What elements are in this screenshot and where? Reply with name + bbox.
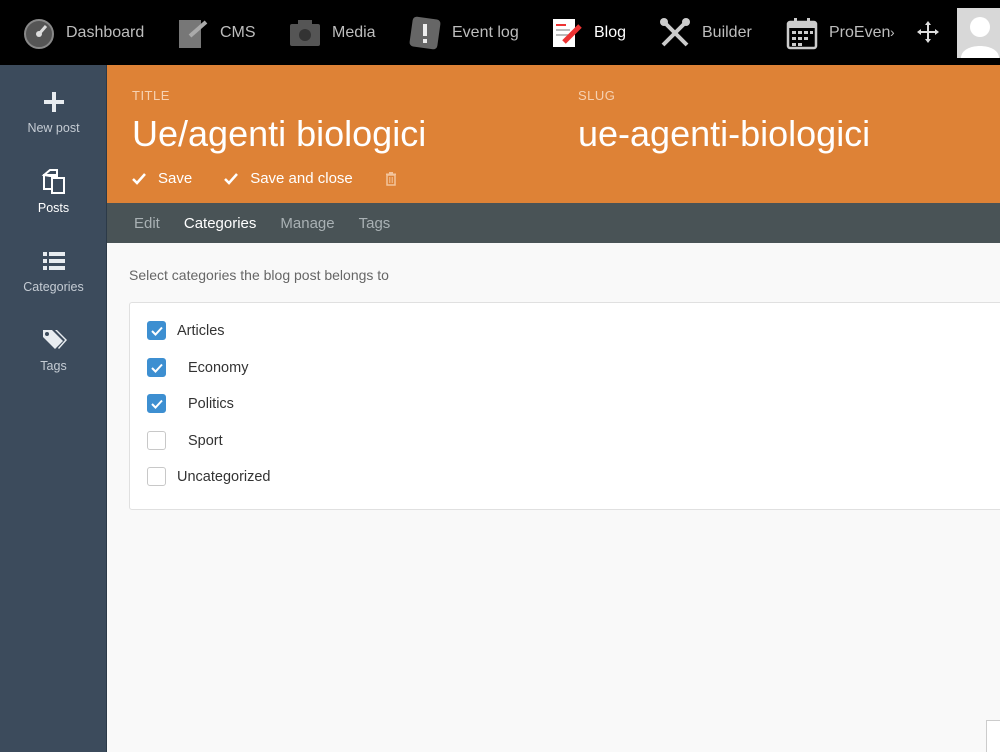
sidebar-item-label: New post [27, 121, 80, 135]
sidebar-item-tags[interactable]: Tags [0, 327, 107, 373]
slug-input[interactable]: ue-agenti-biologici [578, 113, 870, 155]
category-label: Politics [188, 395, 234, 412]
nav-item-event-log[interactable]: Event log [408, 0, 519, 65]
tab-bar: Edit Categories Manage Tags [107, 203, 1000, 243]
tab-tags[interactable]: Tags [359, 215, 391, 232]
save-button-label: Save [158, 170, 193, 187]
move-crosshair-icon[interactable] [916, 20, 940, 44]
nav-item-dashboard[interactable]: Dashboard [22, 0, 144, 65]
nav-item-blog[interactable]: Blog [550, 0, 626, 65]
nav-item-label: Blog [594, 23, 627, 41]
title-input[interactable]: Ue/agenti biologici [132, 113, 426, 155]
top-navigation-bar: Dashboard CMS Media Event log Blog Build… [0, 0, 1000, 65]
event-log-exclamation-icon [408, 16, 442, 50]
trash-icon [385, 171, 396, 186]
calendar-icon [785, 16, 819, 50]
check-icon [150, 399, 163, 409]
category-label: Economy [188, 359, 249, 376]
nav-item-media[interactable]: Media [288, 0, 376, 65]
nav-item-label: ProEven [829, 23, 891, 41]
nav-item-label: CMS [220, 23, 256, 41]
nav-item-label: Media [332, 23, 376, 41]
category-checkbox[interactable] [147, 321, 166, 340]
sidebar: New post Posts Categories Tags [0, 65, 107, 752]
blog-pencil-icon [550, 16, 584, 50]
tags-icon [41, 327, 67, 353]
category-item-politics[interactable]: Politics [147, 394, 234, 413]
nav-overflow-chevron-icon[interactable]: › [890, 24, 895, 40]
categories-hint: Select categories the blog post belongs … [129, 267, 389, 283]
nav-item-label: Event log [452, 23, 519, 41]
nav-item-builder[interactable]: Builder [658, 0, 752, 65]
categories-tab-content: Select categories the blog post belongs … [107, 243, 1000, 752]
plus-icon [41, 89, 67, 115]
slug-label: SLUG [578, 88, 616, 103]
nav-item-cms[interactable]: CMS [176, 0, 256, 65]
save-and-close-label: Save and close [250, 170, 353, 187]
category-checkbox[interactable] [147, 467, 166, 486]
category-checkbox[interactable] [147, 394, 166, 413]
sidebar-item-label: Posts [37, 201, 70, 215]
check-icon [224, 172, 239, 185]
save-button[interactable]: Save [132, 170, 192, 187]
copy-icon [41, 169, 67, 195]
category-item-uncategorized[interactable]: Uncategorized [147, 467, 271, 486]
media-camera-icon [288, 16, 322, 50]
sidebar-item-label: Tags [40, 359, 67, 373]
nav-item-label: Builder [702, 23, 752, 41]
nav-item-label: Dashboard [66, 23, 145, 41]
check-icon [132, 172, 146, 185]
save-and-close-button[interactable]: Save and close [224, 170, 353, 187]
tab-edit[interactable]: Edit [134, 215, 160, 232]
nav-item-proevents[interactable]: ProEven [785, 0, 890, 65]
category-checkbox[interactable] [147, 358, 166, 377]
list-icon [41, 248, 67, 274]
sidebar-item-new-post[interactable]: New post [0, 89, 107, 135]
title-label: TITLE [132, 88, 170, 103]
check-icon [150, 326, 163, 336]
cms-page-icon [176, 16, 210, 50]
tab-categories[interactable]: Categories [184, 215, 257, 232]
delete-button[interactable] [385, 171, 409, 186]
category-checkbox[interactable] [147, 431, 166, 450]
user-avatar[interactable] [957, 8, 1000, 58]
category-label: Articles [177, 322, 225, 339]
tab-manage[interactable]: Manage [280, 215, 334, 232]
category-item-economy[interactable]: Economy [147, 358, 248, 377]
category-label: Uncategorized [177, 468, 271, 485]
category-item-articles[interactable]: Articles [147, 321, 225, 340]
sidebar-item-categories[interactable]: Categories [0, 248, 107, 294]
header-actions: Save Save and close [132, 170, 441, 187]
sidebar-item-posts[interactable]: Posts [0, 169, 107, 215]
post-header: TITLE Ue/agenti biologici SLUG ue-agenti… [107, 65, 1000, 203]
dashboard-gauge-icon [22, 16, 56, 50]
builder-tools-icon [658, 16, 692, 50]
category-item-sport[interactable]: Sport [147, 431, 223, 450]
check-icon [150, 363, 163, 373]
scrollbar-corner [986, 720, 1000, 752]
category-label: Sport [188, 432, 223, 449]
categories-panel: Articles Economy Politics Sport Uncatego… [129, 302, 1000, 510]
sidebar-item-label: Categories [23, 280, 84, 294]
